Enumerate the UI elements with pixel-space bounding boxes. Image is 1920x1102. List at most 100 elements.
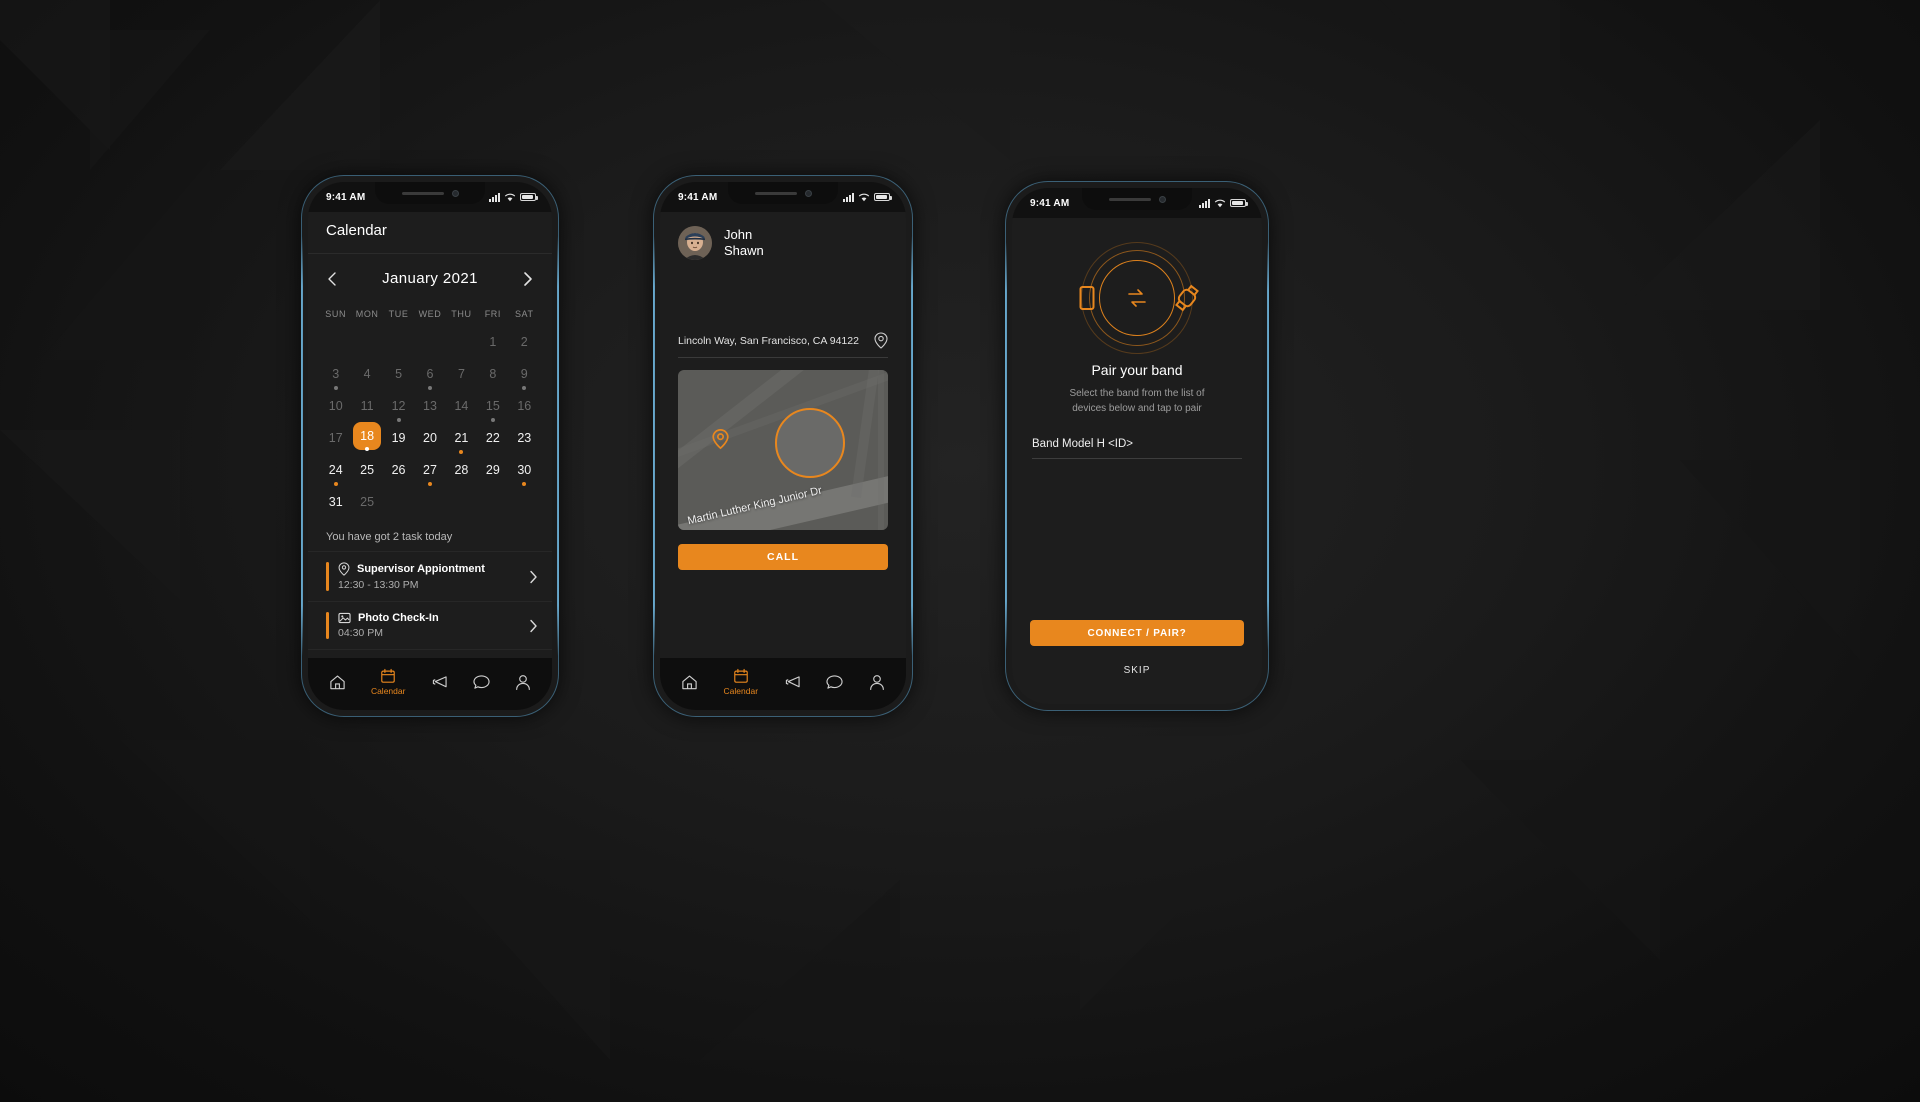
calendar-day-25[interactable]: 25 — [351, 487, 382, 517]
calendar-day-8[interactable]: 8 — [477, 359, 508, 389]
prev-month-button[interactable] — [326, 271, 338, 287]
bottom-navigation[interactable]: Calendar — [308, 658, 552, 710]
calendar-day-10[interactable]: 10 — [320, 391, 351, 421]
nav-item-home[interactable] — [329, 674, 346, 691]
calendar-grid[interactable]: 1 2 3 4 5 6 7 8 9 10 11 12 13 14 15 16 17 18 19 20 21 22 23 24 2… — [308, 327, 552, 517]
person-icon — [515, 674, 531, 691]
phone-profile-map: 9:41 AM John Shawn Lincoln Way, San Fran… — [653, 176, 913, 716]
weekday-sat: SAT — [514, 309, 534, 319]
calendar-day-2[interactable]: 2 — [509, 327, 540, 357]
status-time: 9:41 AM — [326, 191, 366, 203]
calendar-day-26[interactable]: 26 — [383, 455, 414, 485]
task-row[interactable]: Supervisor Appiontment 12:30 - 13:30 PM — [308, 551, 552, 601]
day-number: 22 — [485, 431, 500, 445]
day-number: 29 — [485, 463, 500, 477]
location-pin-icon — [338, 562, 350, 576]
calendar-day-20[interactable]: 20 — [414, 423, 445, 453]
pair-title: Pair your band — [1091, 362, 1183, 378]
calendar-day-6[interactable]: 6 — [414, 359, 445, 390]
skip-button[interactable]: SKIP — [1012, 665, 1262, 676]
nav-item-calendar[interactable]: Calendar — [371, 668, 405, 696]
calendar-day-1[interactable]: 1 — [477, 327, 508, 357]
notch — [375, 182, 485, 204]
calendar-week-row: 3 4 5 6 7 8 9 — [308, 359, 552, 390]
nav-item-megaphone[interactable] — [431, 675, 448, 690]
nav-item-person[interactable] — [869, 674, 885, 691]
task-accent-bar — [326, 562, 329, 591]
calendar-day-7[interactable]: 7 — [446, 359, 477, 389]
calendar-day-5[interactable]: 5 — [383, 359, 414, 389]
calendar-day-24[interactable]: 24 — [320, 455, 351, 486]
map-marker-icon[interactable] — [711, 428, 729, 450]
calendar-day-empty — [414, 327, 445, 357]
calendar-day-16[interactable]: 16 — [509, 391, 540, 421]
event-dot — [333, 386, 338, 390]
calendar-day-19[interactable]: 19 — [383, 423, 414, 453]
battery-icon — [1230, 199, 1248, 207]
device-list-item[interactable]: Band Model H <ID> — [1012, 416, 1262, 458]
weekday-tue: TUE — [388, 309, 409, 319]
calendar-day-17[interactable]: 17 — [320, 423, 351, 453]
task-open-button[interactable] — [529, 570, 538, 584]
bg-triangle — [1460, 760, 1660, 960]
weekday-mon: MON — [355, 309, 379, 319]
day-number: 8 — [489, 367, 497, 381]
calendar-day-9[interactable]: 9 — [509, 359, 540, 390]
task-open-button[interactable] — [529, 619, 538, 633]
bg-triangle — [0, 430, 180, 600]
event-dot — [490, 418, 495, 422]
map-view[interactable]: Martin Luther King Junior Dr — [678, 370, 888, 530]
calendar-day-15[interactable]: 15 — [477, 391, 508, 422]
call-button[interactable]: CALL — [678, 544, 888, 570]
address-row[interactable]: Lincoln Way, San Francisco, CA 94122 — [660, 332, 906, 357]
event-dot — [427, 386, 432, 390]
day-number: 2 — [520, 335, 528, 349]
calendar-day-22[interactable]: 22 — [477, 423, 508, 453]
connect-pair-button[interactable]: CONNECT / PAIR? — [1030, 620, 1244, 646]
location-pin-icon[interactable] — [874, 332, 888, 349]
calendar-day-21[interactable]: 21 — [446, 423, 477, 454]
calendar-day-27[interactable]: 27 — [414, 455, 445, 486]
task-row[interactable]: Photo Check-In 04:30 PM — [308, 601, 552, 650]
profile-header[interactable]: John Shawn — [660, 212, 906, 270]
calendar-day-29[interactable]: 29 — [477, 455, 508, 485]
calendar-day-23[interactable]: 23 — [509, 423, 540, 453]
calendar-day-4[interactable]: 4 — [351, 359, 382, 389]
calendar-day-18[interactable]: 18 — [351, 422, 382, 453]
task-accent-bar — [326, 612, 329, 639]
chevron-right-icon[interactable] — [529, 570, 538, 584]
phone2-screen: 9:41 AM John Shawn Lincoln Way, San Fran… — [660, 182, 906, 710]
day-number: 25 — [360, 495, 375, 509]
chevron-right-icon[interactable] — [529, 619, 538, 633]
nav-item-chat[interactable] — [473, 674, 490, 690]
photo-icon — [338, 612, 351, 624]
day-number: 20 — [423, 431, 437, 445]
calendar-day-14[interactable]: 14 — [446, 391, 477, 421]
calendar-day-12[interactable]: 12 — [383, 391, 414, 422]
calendar-day-31[interactable]: 31 — [320, 487, 351, 517]
weekday-wed: WED — [418, 309, 442, 319]
nav-item-megaphone[interactable] — [784, 675, 801, 690]
calendar-day-11[interactable]: 11 — [351, 391, 382, 421]
nav-item-chat[interactable] — [826, 674, 844, 690]
calendar-day-13[interactable]: 13 — [414, 391, 445, 421]
day-number: 4 — [363, 367, 371, 381]
calendar-day-empty — [351, 327, 382, 357]
nav-item-person[interactable] — [515, 674, 531, 691]
calendar-day-3[interactable]: 3 — [320, 359, 351, 390]
calendar-day-empty — [509, 487, 540, 517]
task-list: Supervisor Appiontment 12:30 - 13:30 PM Ph… — [308, 551, 552, 650]
nav-item-home[interactable] — [681, 674, 698, 691]
weekday-sun: SUN — [325, 309, 347, 319]
next-month-button[interactable] — [522, 271, 534, 287]
month-navigator: January 2021 — [308, 254, 552, 297]
task-time: 12:30 - 13:30 PM — [338, 579, 419, 591]
bottom-navigation[interactable]: Calendar — [660, 658, 906, 710]
day-number: 12 — [391, 399, 406, 413]
calendar-day-28[interactable]: 28 — [446, 455, 477, 485]
first-name: John — [724, 227, 753, 243]
bg-triangle — [1620, 120, 1820, 310]
nav-item-calendar[interactable]: Calendar — [724, 668, 758, 696]
calendar-day-30[interactable]: 30 — [509, 455, 540, 486]
calendar-day-25[interactable]: 25 — [351, 455, 382, 485]
